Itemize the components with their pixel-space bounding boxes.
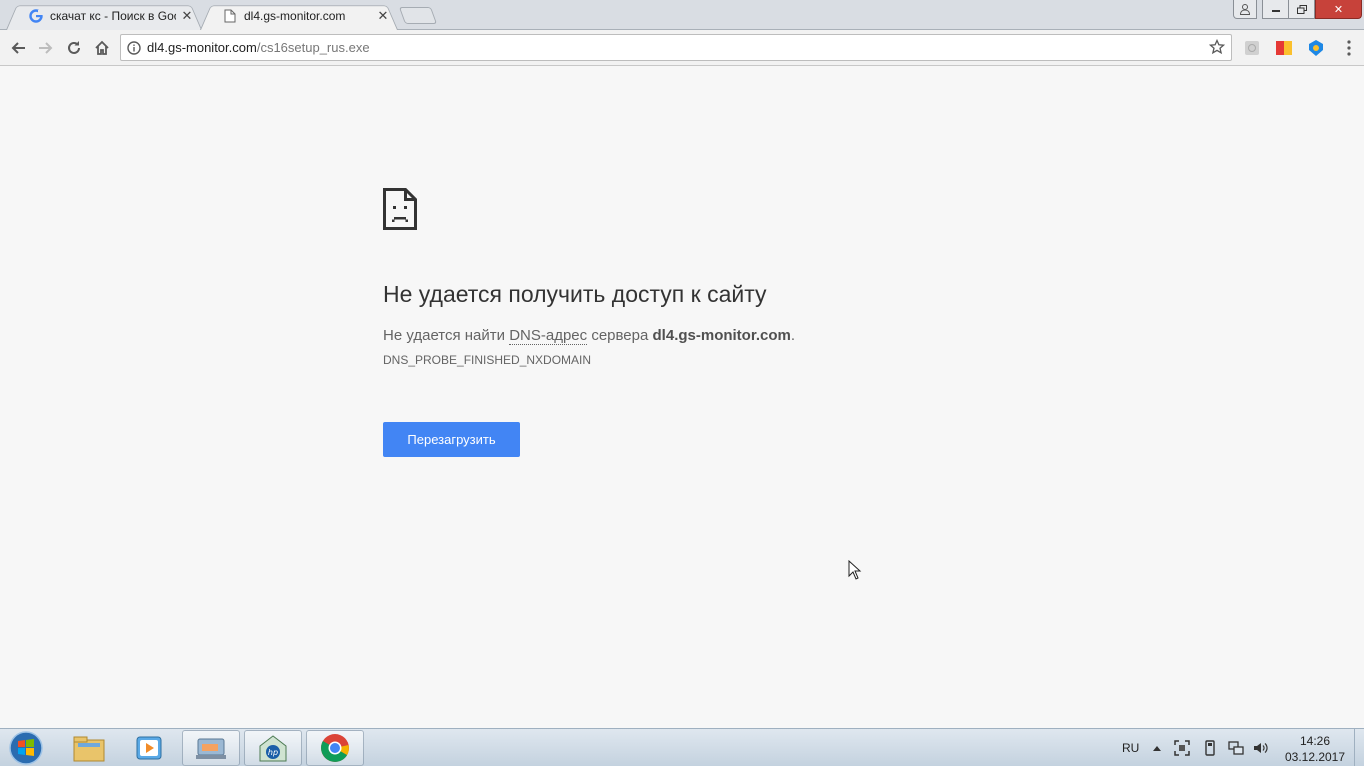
- tab-title: dl4.gs-monitor.com: [244, 9, 346, 23]
- media-player-icon[interactable]: [120, 730, 178, 766]
- url-host: dl4.gs-monitor.com: [147, 40, 257, 55]
- error-host: dl4.gs-monitor.com: [652, 327, 791, 344]
- clock-date: 03.12.2017: [1284, 750, 1346, 764]
- tab-title: скачат кс - Поиск в Goo: [50, 9, 176, 23]
- url-text: dl4.gs-monitor.com/cs16setup_rus.exe: [147, 40, 370, 55]
- sad-page-icon: [383, 188, 417, 235]
- desc-after: .: [790, 327, 796, 344]
- taskbar: hp RU 14:26 03.12.2017: [0, 728, 1364, 766]
- extension-flag-icon[interactable]: [1275, 39, 1293, 57]
- google-icon: [28, 8, 44, 24]
- title-bar: скачат кс - Поиск в Goo ✕ dl4.gs-monitor…: [0, 0, 1364, 30]
- system-clock[interactable]: 14:26 03.12.2017: [1270, 733, 1360, 765]
- start-button[interactable]: [4, 730, 48, 766]
- desc-middle: сервера: [587, 327, 653, 344]
- chrome-icon[interactable]: [306, 730, 364, 766]
- user-icon[interactable]: [1233, 0, 1257, 19]
- tab-close-icon[interactable]: ✕: [180, 8, 194, 24]
- tab-gs-monitor[interactable]: dl4.gs-monitor.com ✕: [200, 2, 398, 30]
- browser-toolbar: dl4.gs-monitor.com/cs16setup_rus.exe: [0, 30, 1364, 66]
- page-icon: [222, 8, 238, 24]
- extension-gray-icon[interactable]: [1243, 39, 1261, 57]
- volume-icon[interactable]: [1252, 729, 1268, 766]
- error-code: DNS_PROBE_FINISHED_NXDOMAIN: [383, 353, 592, 367]
- close-window-button[interactable]: ✕: [1315, 0, 1362, 19]
- back-arrow-icon[interactable]: [4, 34, 32, 62]
- clock-time: 14:26: [1299, 734, 1331, 748]
- error-description: Не удается найти DNS-адрес сервера dl4.g…: [383, 327, 796, 345]
- hp-icon[interactable]: hp: [244, 730, 302, 766]
- url-path: /cs16setup_rus.exe: [256, 40, 370, 55]
- new-tab-button[interactable]: [398, 7, 438, 24]
- app-icon[interactable]: [182, 730, 240, 766]
- network-icon[interactable]: [1228, 729, 1244, 766]
- mouse-cursor-icon: [848, 559, 862, 585]
- usb-device-icon[interactable]: [1202, 729, 1218, 766]
- forward-arrow-icon[interactable]: [32, 34, 60, 62]
- desc-before: Не удается найти: [383, 327, 510, 344]
- tab-close-icon[interactable]: ✕: [376, 8, 390, 24]
- menu-icon[interactable]: [1340, 39, 1358, 57]
- extension-shield-icon[interactable]: [1307, 39, 1325, 57]
- show-hidden-icons-icon[interactable]: [1152, 729, 1162, 766]
- error-page: Не удается получить доступ к сайту Не уд…: [0, 66, 1364, 728]
- dns-address-term[interactable]: DNS-адрес: [509, 327, 588, 345]
- restore-icon[interactable]: [1288, 0, 1315, 19]
- bookmark-star-icon[interactable]: [1208, 38, 1226, 60]
- screenshot-tool-icon[interactable]: [1174, 729, 1190, 766]
- info-icon[interactable]: [121, 40, 147, 55]
- language-indicator[interactable]: RU: [1122, 729, 1139, 766]
- show-desktop-button[interactable]: [1354, 729, 1364, 766]
- home-icon[interactable]: [88, 34, 116, 62]
- svg-text:hp: hp: [268, 748, 278, 757]
- error-headline: Не удается получить доступ к сайту: [383, 281, 767, 307]
- tab-google-search[interactable]: скачат кс - Поиск в Goo ✕: [6, 2, 202, 30]
- minimize-icon[interactable]: [1262, 0, 1289, 19]
- reload-button[interactable]: Перезагрузить: [383, 422, 520, 457]
- reload-icon[interactable]: [60, 34, 88, 62]
- address-bar[interactable]: dl4.gs-monitor.com/cs16setup_rus.exe: [120, 34, 1232, 61]
- windows-explorer-icon[interactable]: [60, 730, 118, 766]
